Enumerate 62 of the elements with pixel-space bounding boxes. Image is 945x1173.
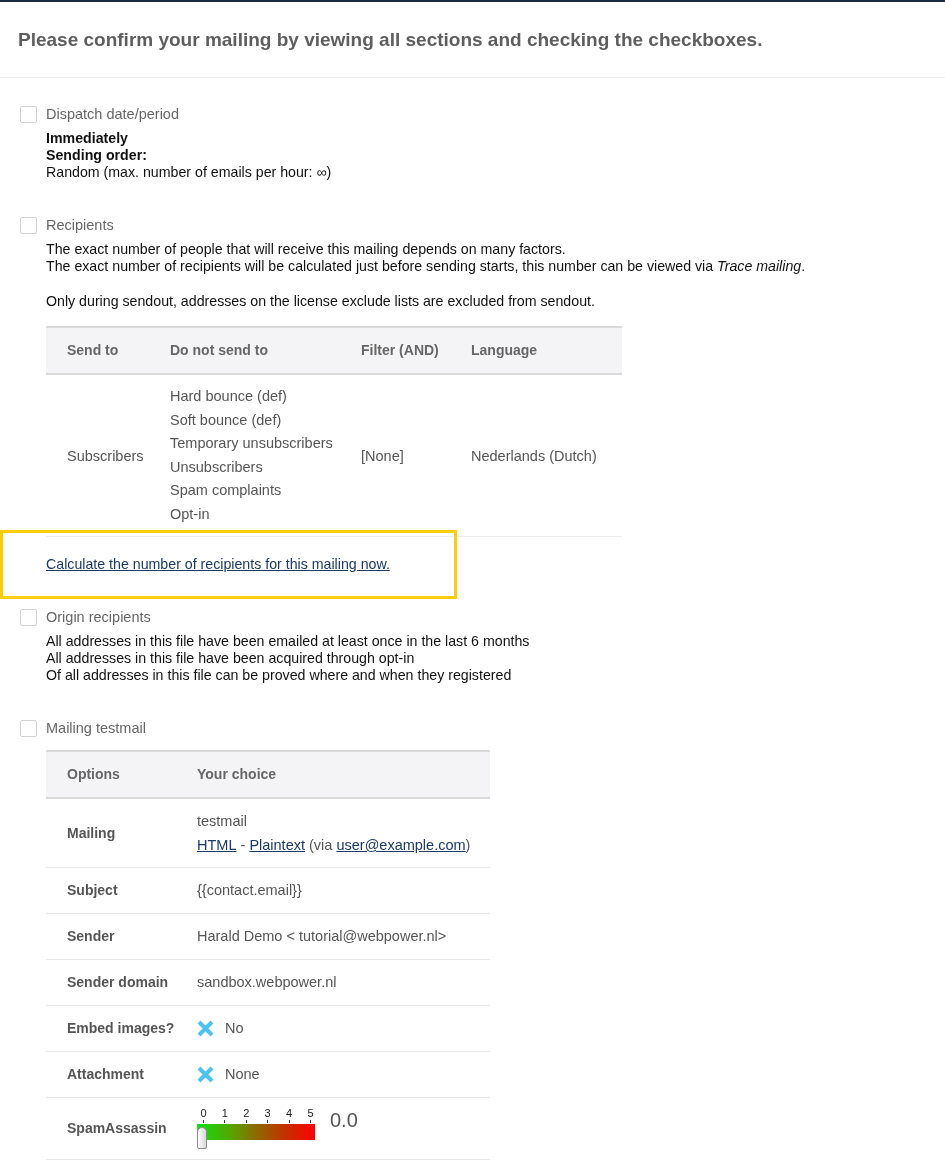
scale-label: 3 <box>264 1107 271 1119</box>
column-header: Filter (AND) <box>340 327 450 374</box>
info-text: Of all addresses in this file can be proved where and when they registered <box>46 667 513 684</box>
text-link[interactable]: HTML <box>197 833 237 857</box>
exclusion-item: Spam complaints <box>170 481 283 500</box>
text-link[interactable]: Plaintext <box>249 833 305 857</box>
section-title: Origin recipients <box>46 609 151 626</box>
spam-score-value: 0.0 <box>330 1108 358 1132</box>
text-link[interactable]: user@example.com <box>336 833 466 857</box>
inline-text: - <box>239 836 247 855</box>
column-header: Language <box>450 327 622 374</box>
inline-text: ) <box>465 836 471 855</box>
checkbox[interactable] <box>20 217 37 234</box>
row-label: Attachment <box>46 1051 176 1098</box>
row-label: SpamAssassin <box>46 1097 176 1160</box>
info-text: The exact number of recipients will be calculated just before sending starts, this number can be viewed via Trace mailing. <box>46 258 807 275</box>
scale-label: 1 <box>221 1107 228 1119</box>
info-text: The exact number of people that will receive this mailing depends on many factors. <box>46 241 567 258</box>
table-cell: Subscribers <box>46 374 149 537</box>
row-label: Sender domain <box>46 959 176 1006</box>
row-label: Embed images? <box>46 1005 176 1052</box>
section-title: Recipients <box>46 217 114 234</box>
section-title: Mailing testmail <box>46 720 146 737</box>
exclusion-item: Unsubscribers <box>170 457 264 477</box>
table-cell: [None] <box>340 374 450 537</box>
info-text: Only during sendout, addresses on the license exclude lists are excluded from sendout. <box>46 293 596 310</box>
column-header: Do not send to <box>149 327 340 374</box>
scale-label: 4 <box>286 1107 293 1119</box>
value-text: No <box>225 1020 244 1037</box>
scale-label: 5 <box>307 1107 314 1119</box>
column-header: Send to <box>46 327 149 374</box>
scale-label: 0 <box>200 1107 207 1119</box>
value-text: None <box>225 1066 260 1083</box>
exclusion-item: Hard bounce (def) <box>170 387 288 406</box>
checkbox[interactable] <box>20 609 37 626</box>
column-header: Options <box>46 751 176 798</box>
table-cell: Harald Demo < tutorial@webpower.nl> <box>176 913 490 960</box>
info-text: Immediately <box>46 130 129 147</box>
cross-icon <box>197 1066 214 1083</box>
scale-label: 2 <box>243 1107 250 1119</box>
page-title: Please confirm your mailing by viewing all sections and checking the checkboxes. <box>18 28 763 51</box>
info-text: All addresses in this file have been acquired through opt-in <box>46 650 416 667</box>
info-text: Sending order: <box>46 147 148 164</box>
exclusion-item: Soft bounce (def) <box>170 410 283 430</box>
row-label: Mailing <box>46 798 176 868</box>
exclusion-item: Opt-in <box>170 504 211 524</box>
calculate-link[interactable]: Calculate the number of recipients for this mailing now. <box>46 556 390 572</box>
checkbox[interactable] <box>20 106 37 123</box>
row-label: Sender <box>46 913 176 960</box>
info-text: Random (max. number of emails per hour: ∞) <box>46 164 333 181</box>
table-cell: Nederlands (Dutch) <box>450 374 622 537</box>
checkbox[interactable] <box>20 720 37 737</box>
cross-icon <box>197 1020 214 1037</box>
table-cell: {{contact.email}} <box>176 867 490 914</box>
column-header: Your choice <box>176 751 490 798</box>
section-title: Dispatch date/period <box>46 106 179 123</box>
inline-text: (via <box>308 836 334 855</box>
row-label: Subject <box>46 867 176 914</box>
mailing-name: testmail <box>197 812 248 831</box>
exclusion-item: Temporary unsubscribers <box>170 434 334 453</box>
info-text: All addresses in this file have been emailed at least once in the last 6 months <box>46 633 531 650</box>
table-cell: sandbox.webpower.nl <box>176 959 490 1006</box>
